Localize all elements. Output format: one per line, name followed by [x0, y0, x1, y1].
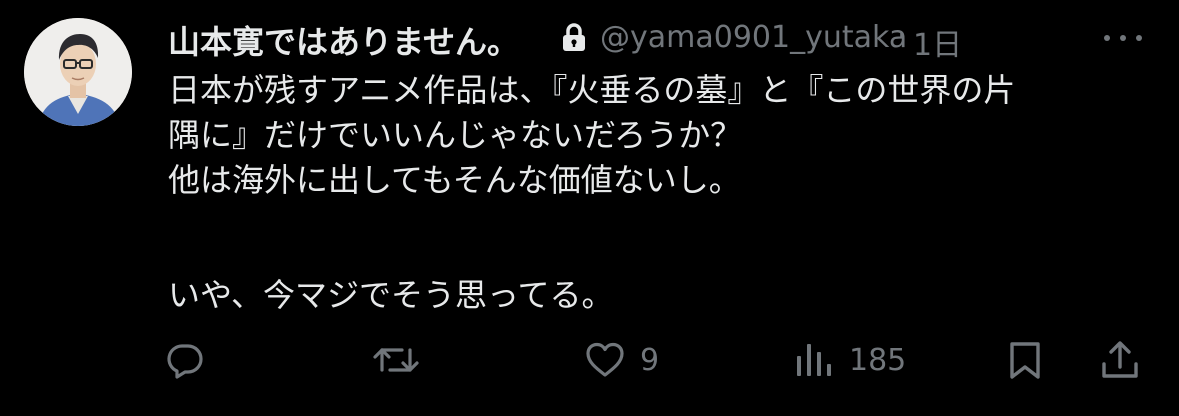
view-count: 185	[849, 342, 907, 378]
like-button[interactable]: 9	[584, 330, 659, 390]
display-name[interactable]: 山本寛ではありません。	[168, 17, 519, 63]
share-button[interactable]	[1100, 330, 1140, 390]
tweet-actions: 9 185	[0, 330, 1179, 390]
tweet-text-line: 隅に』だけでいいんじゃないだろうか？	[168, 116, 743, 154]
user-handle[interactable]: @yama0901_yutaka	[600, 20, 907, 55]
timestamp[interactable]: 1日	[913, 20, 962, 64]
share-icon	[1102, 341, 1138, 378]
views-icon	[797, 344, 831, 376]
like-count: 9	[640, 342, 660, 378]
more-icon[interactable]	[1098, 27, 1148, 49]
avatar-image	[24, 18, 132, 126]
lock-icon	[561, 22, 587, 52]
bookmark-icon	[1010, 342, 1040, 379]
retweet-button[interactable]	[372, 330, 434, 390]
tweet-text-line: いや、今マジでそう思ってる。	[168, 276, 614, 314]
tweet-text-line: 日本が残すアニメ作品は、『火垂るの墓』と『この世界の片	[168, 71, 1016, 109]
retweet-icon	[373, 348, 419, 372]
views-button[interactable]: 185	[793, 330, 906, 390]
tweet[interactable]: 山本寛ではありません。 @yama0901_yutaka · 1日 日本が残すア…	[0, 0, 1179, 416]
tweet-text: 日本が残すアニメ作品は、『火垂るの墓』と『この世界の片 隅に』だけでいいんじゃな…	[168, 68, 1158, 318]
reply-icon	[167, 344, 203, 379]
like-icon	[586, 342, 624, 377]
separator-dot: ·	[897, 18, 907, 53]
avatar[interactable]	[24, 18, 132, 126]
bookmark-button[interactable]	[1005, 330, 1045, 390]
reply-button[interactable]	[165, 330, 219, 390]
tweet-text-line: 他は海外に出してもそんな価値ないし。	[168, 161, 741, 199]
tweet-header: 山本寛ではありません。 @yama0901_yutaka · 1日	[168, 15, 1158, 63]
